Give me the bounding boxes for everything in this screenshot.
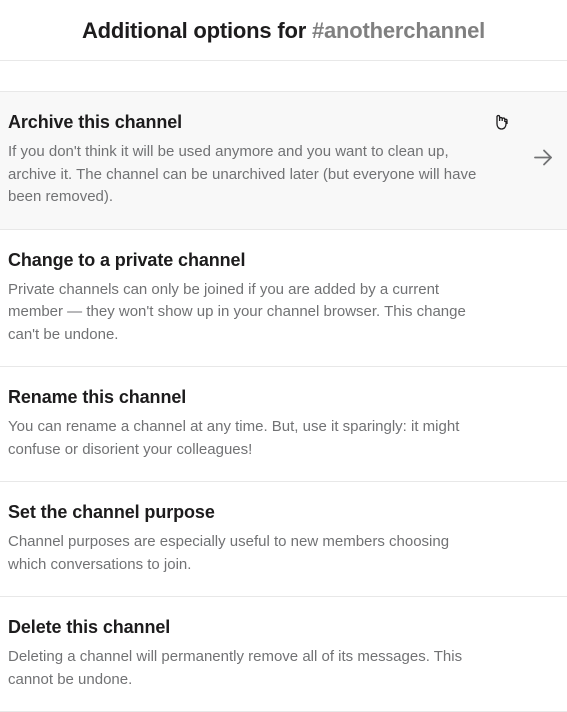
option-title: Set the channel purpose bbox=[8, 502, 559, 523]
option-title: Rename this channel bbox=[8, 387, 559, 408]
option-delete-channel[interactable]: Delete this channel Deleting a channel w… bbox=[0, 597, 567, 712]
option-title: Delete this channel bbox=[8, 617, 559, 638]
title-prefix: Additional options for bbox=[82, 18, 312, 43]
modal-header: Additional options for #anotherchannel bbox=[0, 0, 567, 61]
options-list: Archive this channel If you don't think … bbox=[0, 91, 567, 712]
channel-name: #anotherchannel bbox=[312, 18, 485, 43]
option-description: If you don't think it will be used anymo… bbox=[8, 141, 488, 209]
option-private-channel[interactable]: Change to a private channel Private chan… bbox=[0, 230, 567, 368]
page-title: Additional options for #anotherchannel bbox=[0, 18, 567, 44]
cursor-pointer-icon bbox=[493, 114, 509, 137]
option-description: Channel purposes are especially useful t… bbox=[8, 531, 488, 576]
arrow-right-icon bbox=[531, 146, 555, 175]
option-archive-channel[interactable]: Archive this channel If you don't think … bbox=[0, 91, 567, 230]
option-channel-purpose[interactable]: Set the channel purpose Channel purposes… bbox=[0, 482, 567, 597]
option-description: You can rename a channel at any time. Bu… bbox=[8, 416, 488, 461]
option-rename-channel[interactable]: Rename this channel You can rename a cha… bbox=[0, 367, 567, 482]
option-title: Archive this channel bbox=[8, 112, 559, 133]
option-description: Private channels can only be joined if y… bbox=[8, 279, 488, 347]
option-title: Change to a private channel bbox=[8, 250, 559, 271]
option-description: Deleting a channel will permanently remo… bbox=[8, 646, 488, 691]
